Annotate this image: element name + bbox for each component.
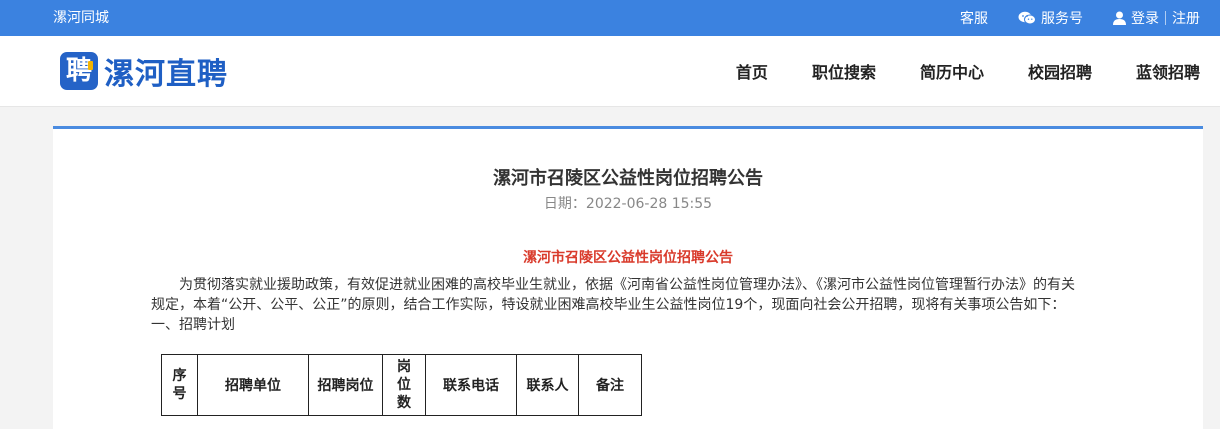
main-nav: 首页 职位搜索 简历中心 校园招聘 蓝领招聘 [736,36,1220,106]
table-header-row: 序号 招聘单位 招聘岗位 岗位数 联系电话 联系人 备注 [161,354,642,416]
table-header-cell: 备注 [578,354,642,416]
table-header-cell: 联系电话 [425,354,517,416]
service-link[interactable]: 客服 [960,8,988,28]
nav-resume-center[interactable]: 简历中心 [920,59,984,83]
recruit-plan-table: 序号 招聘单位 招聘岗位 岗位数 联系电话 联系人 备注 [161,354,642,416]
section-heading: 一、招聘计划 [151,317,235,333]
nav-home[interactable]: 首页 [736,59,768,83]
wechat-icon [1018,11,1036,25]
divider [1165,11,1166,25]
site-logo[interactable]: 聘 漯河直聘 [60,52,228,92]
table-header-cell: 招聘岗位 [308,354,383,416]
article-title: 漯河市召陵区公益性岗位招聘公告 [493,168,763,189]
nav-bluecollar-recruit[interactable]: 蓝领招聘 [1136,59,1200,83]
wechat-service-label: 服务号 [1041,11,1083,27]
wechat-service-link[interactable]: 服务号 [1018,8,1083,28]
table-header-cell: 序号 [172,368,187,402]
nav-job-search[interactable]: 职位搜索 [812,59,876,83]
body-paragraph: 为贯彻落实就业援助政策，有效促进就业困难的高校毕业生就业，依据《河南省公益性岗位… [179,277,1075,293]
register-link[interactable]: 注册 [1172,8,1200,28]
logo-text: 漯河直聘 [104,57,228,92]
body-paragraph-cont: 规定，本着“公开、公平、公正”的原则，结合工作实际，特设就业困难高校毕业生公益性… [151,297,1066,313]
table-header-cell: 联系人 [516,354,579,416]
top-bar-links: 客服 服务号 登录 注册 [960,0,1200,36]
login-link[interactable]: 登录 [1113,8,1159,28]
city-name[interactable]: 漯河同城 [53,0,109,36]
logo-badge-icon: 聘 [60,52,98,90]
article-date: 日期：2022-06-28 15:55 [543,196,713,212]
article-subtitle: 漯河市召陵区公益性岗位招聘公告 [523,250,733,266]
user-icon [1113,11,1126,25]
article-body: 为贯彻落实就业援助政策，有效促进就业困难的高校毕业生就业，依据《河南省公益性岗位… [151,275,1101,335]
login-label: 登录 [1131,11,1159,27]
nav-campus-recruit[interactable]: 校园招聘 [1028,59,1092,83]
article-card: 漯河市召陵区公益性岗位招聘公告 日期：2022-06-28 15:55 漯河市召… [53,126,1203,429]
site-header: 聘 漯河直聘 首页 职位搜索 简历中心 校园招聘 蓝领招聘 [0,36,1220,107]
top-bar: 漯河同城 客服 服务号 登录 注册 [0,0,1220,36]
table-header-cell: 岗位数 [397,359,411,411]
table-header-cell: 招聘单位 [197,354,309,416]
